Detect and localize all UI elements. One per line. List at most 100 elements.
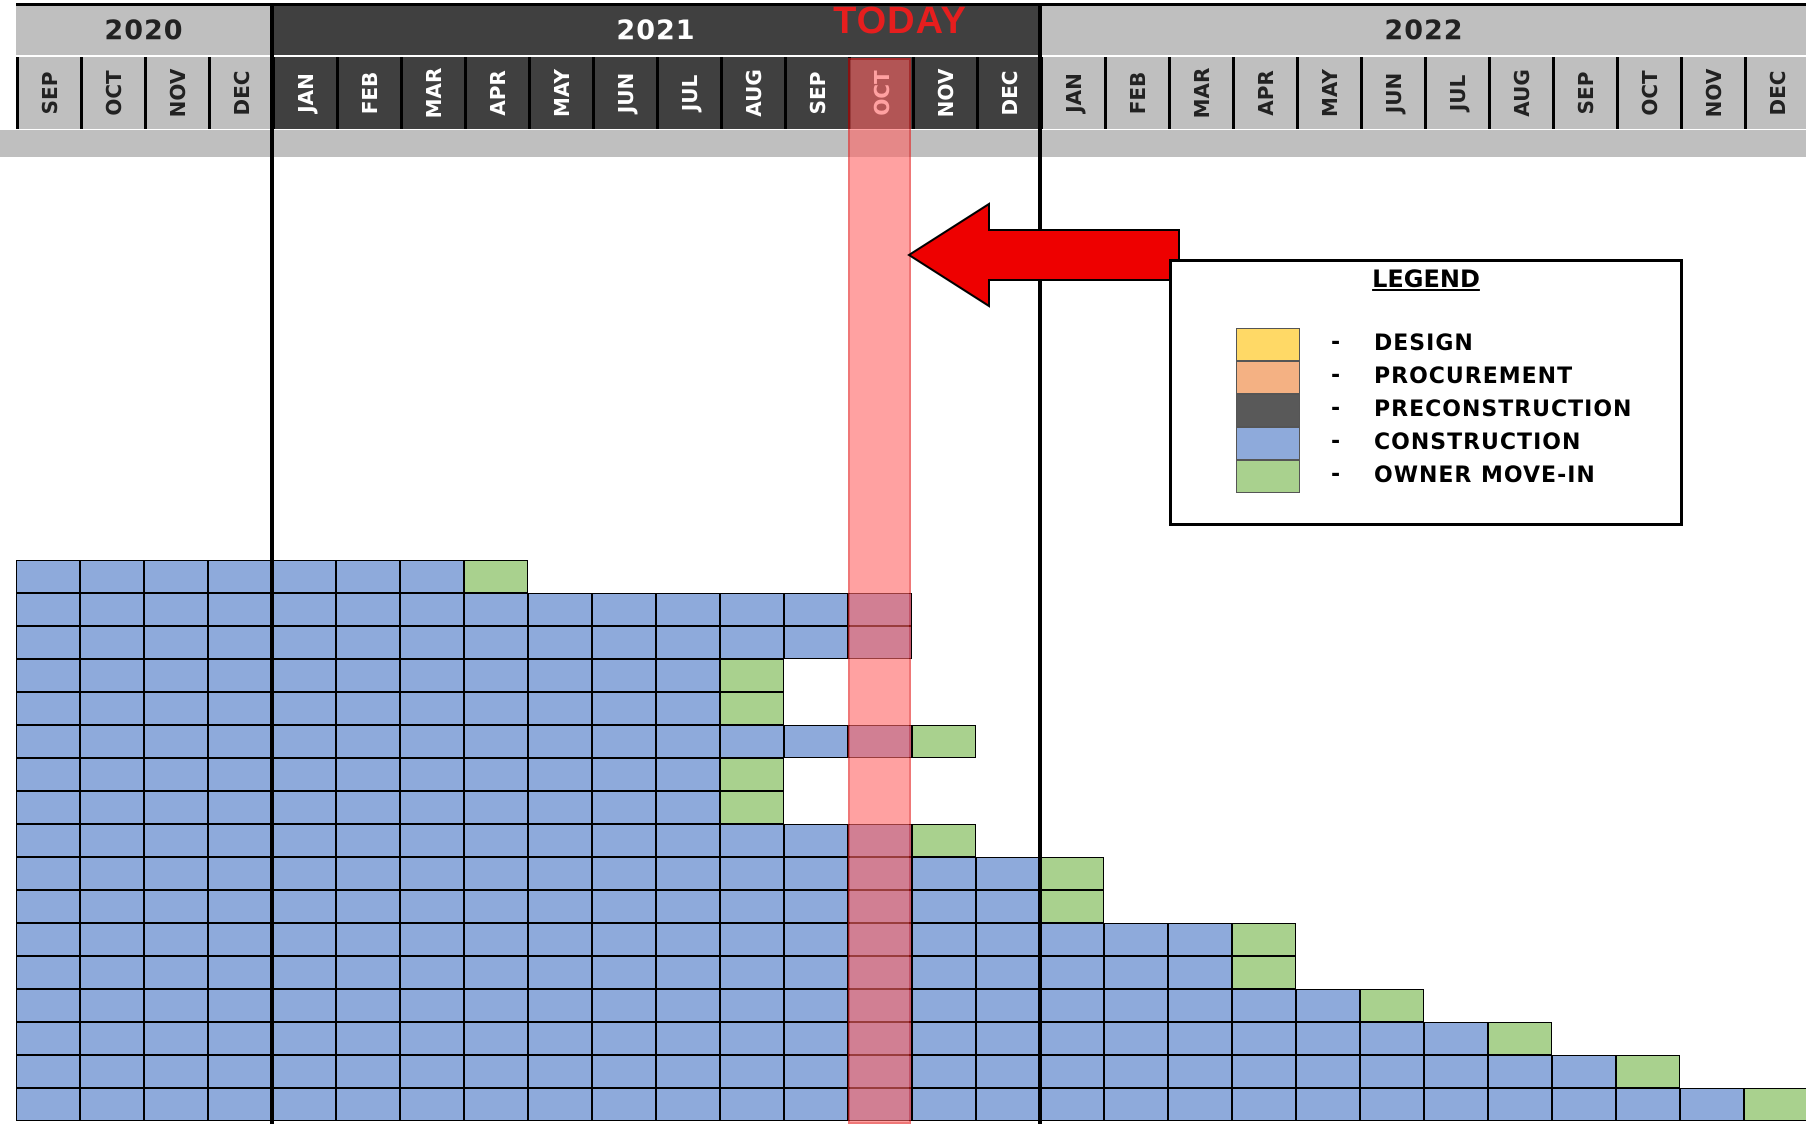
month-text: NOV (1701, 68, 1726, 118)
construction-cell (80, 758, 144, 791)
construction-cell (144, 824, 208, 857)
month-label: NOV (912, 57, 976, 129)
construction-cell (976, 1055, 1040, 1088)
legend-label: CONSTRUCTION (1374, 430, 1582, 455)
construction-cell (1296, 1055, 1360, 1088)
construction-cell (1360, 1022, 1424, 1055)
construction-cell (720, 956, 784, 989)
construction-cell (1424, 1055, 1488, 1088)
construction-cell (464, 824, 528, 857)
legend-label: DESIGN (1374, 331, 1474, 356)
move-in-cell (1040, 857, 1104, 890)
year-label-2020: 2020 (16, 5, 272, 55)
construction-cell (464, 626, 528, 659)
construction-cell (464, 1055, 528, 1088)
construction-cell (400, 659, 464, 692)
construction-cell (208, 1055, 272, 1088)
construction-cell (336, 1022, 400, 1055)
construction-cell (1040, 1022, 1104, 1055)
month-text: AUG (1509, 69, 1534, 117)
construction-cell (144, 659, 208, 692)
construction-cell (16, 692, 80, 725)
construction-cell (144, 791, 208, 824)
construction-cell (528, 626, 592, 659)
construction-cell (656, 758, 720, 791)
construction-cell (464, 956, 528, 989)
legend-dash: - (1331, 429, 1341, 454)
construction-cell (208, 659, 272, 692)
construction-cell (16, 923, 80, 956)
construction-cell (528, 791, 592, 824)
construction-cell (1104, 1055, 1168, 1088)
construction-cell (80, 626, 144, 659)
construction-cell (592, 1088, 656, 1121)
construction-cell (208, 791, 272, 824)
construction-cell (656, 791, 720, 824)
legend-swatch (1236, 394, 1300, 427)
month-label: AUG (1488, 57, 1552, 129)
construction-cell (656, 923, 720, 956)
construction-cell (528, 890, 592, 923)
construction-cell (336, 659, 400, 692)
month-text: MAR (1189, 67, 1214, 119)
construction-cell (1168, 956, 1232, 989)
construction-cell (464, 1022, 528, 1055)
construction-cell (16, 758, 80, 791)
construction-cell (1296, 1088, 1360, 1121)
legend-dash: - (1331, 363, 1341, 388)
year-divider (270, 5, 274, 1124)
construction-cell (80, 1088, 144, 1121)
month-text: APR (485, 70, 510, 116)
move-in-cell (1360, 989, 1424, 1022)
construction-cell (784, 956, 848, 989)
construction-cell (720, 1022, 784, 1055)
construction-cell (1424, 1022, 1488, 1055)
construction-cell (1040, 956, 1104, 989)
construction-cell (144, 626, 208, 659)
construction-cell (144, 725, 208, 758)
construction-cell (528, 857, 592, 890)
construction-cell (400, 1055, 464, 1088)
construction-cell (272, 857, 336, 890)
construction-cell (336, 989, 400, 1022)
construction-cell (208, 956, 272, 989)
construction-cell (656, 1022, 720, 1055)
construction-cell (976, 1022, 1040, 1055)
construction-cell (336, 725, 400, 758)
construction-cell (336, 758, 400, 791)
construction-cell (336, 560, 400, 593)
construction-cell (720, 593, 784, 626)
construction-cell (400, 1088, 464, 1121)
month-text: MAY (549, 69, 574, 117)
construction-cell (272, 725, 336, 758)
construction-cell (16, 791, 80, 824)
month-text: JUL (1445, 74, 1470, 112)
construction-cell (592, 890, 656, 923)
construction-cell (272, 1088, 336, 1121)
construction-cell (656, 824, 720, 857)
construction-cell (656, 956, 720, 989)
construction-cell (1424, 1088, 1488, 1121)
construction-cell (720, 626, 784, 659)
construction-cell (976, 890, 1040, 923)
construction-cell (784, 1088, 848, 1121)
month-text: DEC (229, 70, 254, 116)
construction-cell (144, 857, 208, 890)
construction-cell (80, 989, 144, 1022)
construction-cell (80, 956, 144, 989)
legend-swatch (1236, 361, 1300, 394)
construction-cell (336, 791, 400, 824)
construction-cell (528, 593, 592, 626)
construction-cell (1488, 1055, 1552, 1088)
month-text: DEC (1765, 70, 1790, 116)
construction-cell (400, 725, 464, 758)
month-label: JUL (656, 57, 720, 129)
construction-cell (912, 923, 976, 956)
construction-cell (528, 1088, 592, 1121)
construction-cell (16, 593, 80, 626)
construction-cell (272, 626, 336, 659)
construction-cell (80, 725, 144, 758)
construction-cell (80, 1055, 144, 1088)
construction-cell (784, 890, 848, 923)
construction-cell (656, 725, 720, 758)
